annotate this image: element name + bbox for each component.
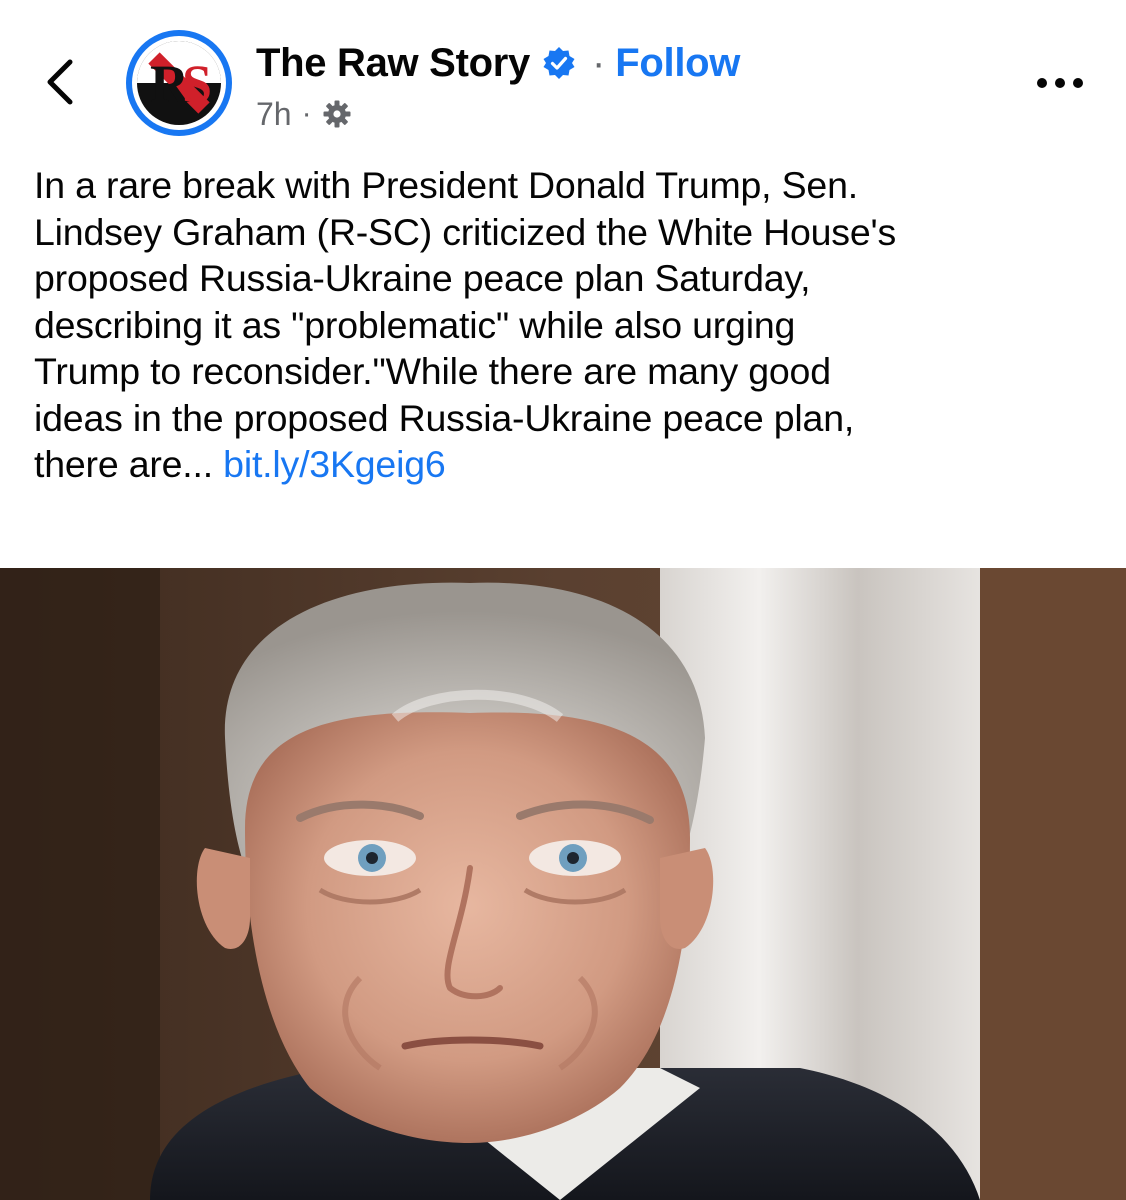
post-header: R S The Raw Story · Follow 7h · [0, 0, 1126, 150]
post-text-line: Trump to reconsider."While there are man… [34, 350, 831, 392]
post-text-truncated: there are... [34, 443, 213, 485]
post-text-line: proposed Russia-Ukraine peace plan Satur… [34, 257, 811, 299]
post-text-last-line: there are... bit.ly/3Kgeig6 [34, 441, 1104, 488]
chevron-left-icon [47, 59, 73, 105]
post-timestamp[interactable]: 7h [256, 96, 292, 133]
post-text-line: describing it as "problematic" while als… [34, 303, 796, 346]
post-meta: 7h · [256, 92, 352, 136]
article-link[interactable]: bit.ly/3Kgeig6 [223, 443, 446, 485]
meta-separator: · [301, 97, 312, 130]
follow-button[interactable]: Follow [615, 41, 740, 86]
back-button[interactable] [36, 52, 86, 112]
page-avatar[interactable]: R S [124, 28, 234, 138]
post-text: In a rare break with President Donald Tr… [34, 162, 1104, 488]
separator-dot: · [591, 40, 606, 85]
verified-badge-icon [543, 47, 575, 79]
post-text-line: ideas in the proposed Russia-Ukraine pea… [34, 396, 855, 439]
page-name[interactable]: The Raw Story [256, 41, 530, 86]
more-options-button[interactable] [1030, 60, 1090, 106]
portrait-photo [0, 568, 1126, 1200]
name-row: The Raw Story · Follow [256, 38, 740, 88]
svg-text:S: S [182, 54, 212, 114]
globe-gear-icon[interactable] [322, 99, 352, 129]
more-dots-icon [1037, 78, 1083, 88]
post-photo[interactable] [0, 568, 1126, 1200]
post-text-line: Lindsey Graham (R-SC) criticized the Whi… [34, 210, 897, 253]
raw-story-logo: R S [126, 30, 232, 136]
post-text-line: In a rare break with President Donald Tr… [34, 164, 858, 206]
